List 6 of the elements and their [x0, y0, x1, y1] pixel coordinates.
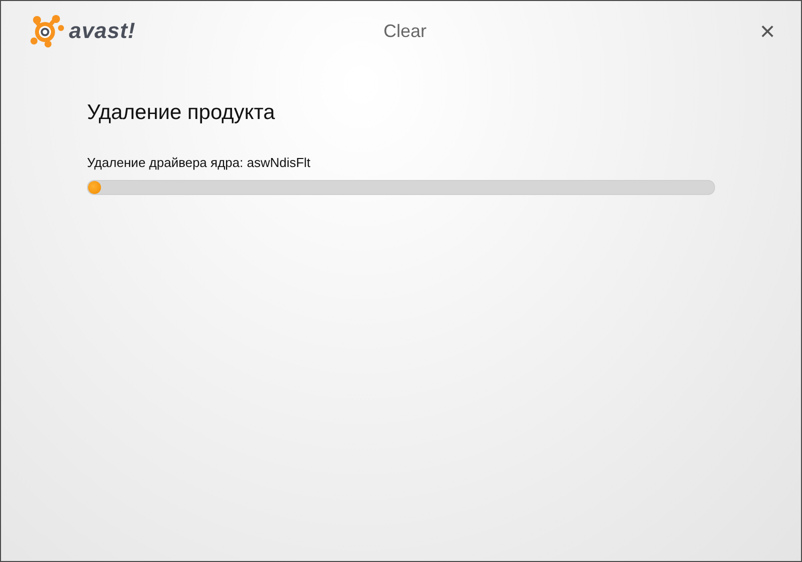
close-button[interactable]: ×	[754, 18, 781, 44]
page-heading: Удаление продукта	[87, 101, 276, 125]
window-title: Clear	[383, 20, 426, 42]
logo-icon	[29, 14, 67, 48]
logo-text: avast!	[69, 18, 136, 44]
progress-label: Удаление драйвера ядра: aswNdisFlt	[87, 155, 312, 170]
